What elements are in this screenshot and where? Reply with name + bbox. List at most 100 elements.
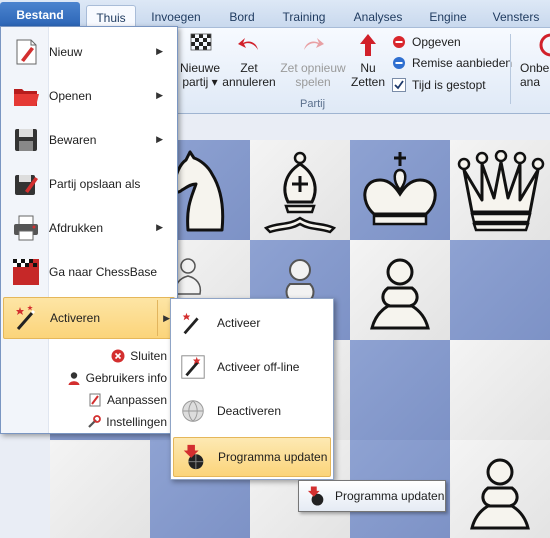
update-program-icon — [183, 444, 204, 470]
tab-analysis[interactable]: Analyses — [348, 5, 408, 28]
submenu-item-activate-offline[interactable]: Activeer off-line — [173, 347, 331, 387]
submenu-arrow-icon[interactable]: ▶ — [163, 313, 170, 324]
floppy-disk-icon — [15, 129, 37, 151]
offline-activate-icon — [181, 355, 205, 379]
close-button[interactable]: Sluiten — [111, 345, 167, 367]
redo-arrow-icon — [304, 38, 324, 50]
submenu-item-deactivate[interactable]: Deactiveren — [173, 391, 331, 431]
white-queen-icon[interactable] — [456, 150, 546, 236]
tab-windows[interactable]: Vensters — [488, 5, 544, 28]
file-menu-item-activate[interactable]: Activeren ▶ — [3, 297, 175, 339]
update-program-icon — [307, 486, 324, 506]
customize-button[interactable]: Aanpassen — [88, 389, 167, 411]
settings-label: Instellingen — [106, 415, 167, 429]
resign-icon — [393, 36, 405, 48]
file-menu-item-new[interactable]: Nieuw ▶ — [3, 31, 175, 73]
file-menu: Nieuw ▶ Openen ▶ Bewaren ▶ Partij opslaa… — [0, 26, 178, 434]
submenu-label: Activeer — [217, 316, 261, 330]
undo-arrow-icon — [238, 38, 258, 50]
unlimited-analysis-button[interactable]: Onbe ana — [520, 32, 550, 89]
up-arrow-icon — [360, 34, 376, 56]
undo-move-button[interactable]: Zet annuleren — [222, 32, 276, 89]
board-square[interactable] — [50, 440, 150, 538]
tooltip-text: Programma updaten — [335, 489, 445, 503]
deactivate-globe-icon — [182, 400, 204, 422]
customize-icon — [89, 393, 101, 407]
file-menu-label: Activeren — [50, 311, 101, 325]
stop-circle-icon — [539, 33, 550, 57]
submenu-arrow-icon: ▶ — [156, 134, 163, 144]
printer-icon — [14, 215, 38, 241]
new-board-icon — [190, 33, 212, 51]
save-as-icon — [15, 175, 38, 195]
file-menu-label: Openen — [49, 89, 92, 103]
user-info-button[interactable]: Gebruikers info — [67, 367, 167, 389]
move-now-label-2: Zetten — [350, 75, 386, 89]
file-menu-item-print[interactable]: Afdrukken ▶ — [3, 207, 175, 249]
resign-button[interactable]: Opgeven — [392, 32, 461, 52]
ribbon-separator — [510, 34, 511, 104]
submenu-item-activate[interactable]: Activeer — [173, 303, 331, 343]
user-icon — [68, 372, 80, 385]
white-pawn-icon[interactable] — [458, 456, 542, 532]
board-square[interactable] — [350, 340, 450, 440]
move-now-button[interactable]: Nu Zetten — [348, 32, 388, 89]
time-stopped-label: Tijd is gestopt — [412, 78, 486, 92]
activate-submenu: Activeer Activeer off-line Deactiveren P… — [170, 298, 334, 480]
settings-icon — [88, 415, 102, 428]
board-square[interactable] — [450, 240, 550, 340]
tab-training[interactable]: Training — [276, 5, 332, 28]
settings-button[interactable]: Instellingen — [87, 411, 167, 433]
move-now-label-1: Nu — [360, 61, 376, 75]
chessbase-logo-icon — [13, 259, 39, 285]
white-pawn-icon[interactable] — [358, 256, 442, 332]
offer-draw-label: Remise aanbieden — [412, 56, 513, 70]
magic-wand-icon — [16, 305, 36, 330]
user-info-label: Gebruikers info — [85, 371, 167, 385]
close-label: Sluiten — [130, 349, 167, 363]
board-square[interactable] — [450, 340, 550, 440]
new-document-icon — [16, 39, 37, 65]
white-king-icon[interactable] — [356, 150, 444, 236]
submenu-arrow-icon: ▶ — [156, 222, 163, 232]
close-circle-icon — [111, 349, 125, 363]
group-label-game: Partij — [300, 98, 326, 110]
tooltip-update-program: Programma updaten — [298, 480, 446, 512]
tab-board[interactable]: Bord — [220, 5, 264, 28]
file-menu-label: Bewaren — [49, 133, 97, 147]
new-game-button[interactable]: Nieuwe partij ▾ — [176, 32, 224, 89]
submenu-label: Activeer off-line — [217, 360, 300, 374]
file-menu-label: Partij opslaan als — [49, 177, 141, 191]
undo-label-2: annuleren — [222, 75, 276, 89]
file-menu-label: Afdrukken — [49, 221, 104, 235]
file-menu-item-go-to-chessbase[interactable]: Ga naar ChessBase — [3, 251, 175, 293]
undo-label-1: Zet — [240, 61, 258, 75]
unlimited-analysis-label-1: Onbe — [520, 61, 550, 75]
redo-label-2: spelen — [295, 75, 331, 89]
offer-draw-button[interactable]: Remise aanbieden — [392, 53, 512, 73]
submenu-arrow-icon: ▶ — [156, 90, 163, 100]
time-stopped-checkbox[interactable]: Tijd is gestopt — [392, 75, 486, 95]
magic-wand-icon — [182, 312, 201, 335]
unlimited-analysis-label-2: ana — [520, 75, 541, 89]
checkbox-checked-icon — [392, 78, 406, 92]
redo-label-1: Zet opnieuw — [280, 61, 346, 75]
white-bishop-icon[interactable] — [258, 150, 342, 234]
file-menu-label: Ga naar ChessBase — [49, 265, 158, 279]
file-menu-item-save[interactable]: Bewaren ▶ — [3, 119, 175, 161]
file-menu-item-open[interactable]: Openen ▶ — [3, 75, 175, 117]
submenu-label: Programma updaten — [218, 450, 328, 464]
split-button-divider — [157, 300, 158, 336]
tab-file[interactable]: Bestand — [0, 2, 80, 28]
submenu-arrow-icon: ▶ — [156, 46, 163, 56]
customize-label: Aanpassen — [106, 393, 167, 407]
submenu-label: Deactiveren — [217, 404, 282, 418]
submenu-item-update-program[interactable]: Programma updaten — [173, 437, 331, 477]
tab-insert[interactable]: Invoegen — [144, 5, 208, 28]
new-game-label-2: partij ▾ — [182, 75, 218, 89]
new-game-label-1: Nieuwe — [179, 61, 221, 75]
ribbon-tab-bar: Bestand Thuis Invoegen Bord Training Ana… — [0, 0, 550, 29]
file-menu-item-save-game-as[interactable]: Partij opslaan als — [3, 163, 175, 205]
redo-move-button[interactable]: Zet opnieuw spelen — [276, 32, 350, 89]
tab-engine[interactable]: Engine — [424, 5, 472, 28]
